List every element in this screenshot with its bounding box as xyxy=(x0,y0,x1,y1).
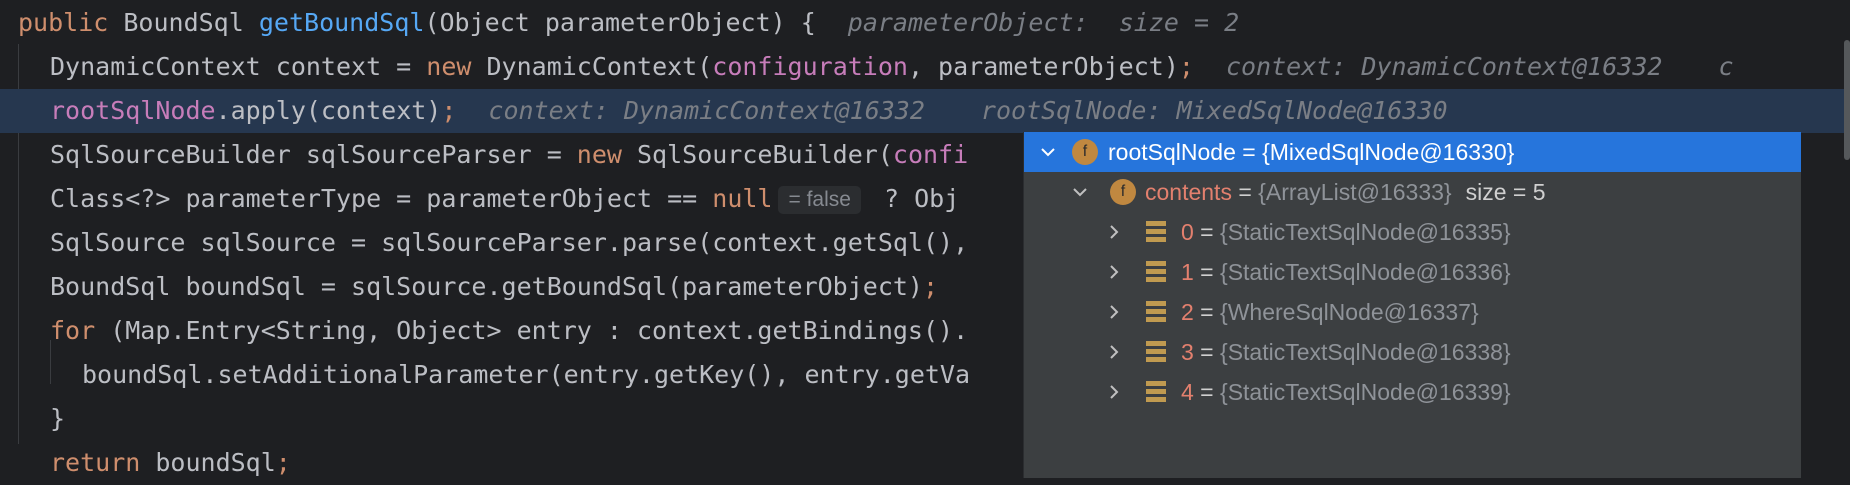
node-value: {ArrayList@16333} xyxy=(1258,179,1452,205)
chevron-down-icon[interactable] xyxy=(1036,132,1060,172)
chevron-right-icon[interactable] xyxy=(1102,372,1126,412)
code-text: DynamicContext( xyxy=(471,52,713,81)
chevron-right-icon[interactable] xyxy=(1102,292,1126,332)
debug-inline-hint: parameterObject: size = 2 xyxy=(847,8,1240,37)
keyword-new: new xyxy=(576,140,622,169)
node-eq: = xyxy=(1231,179,1259,205)
node-eq: = xyxy=(1193,379,1221,405)
node-eq: = xyxy=(1193,339,1221,365)
item-index: 3 xyxy=(1181,339,1194,365)
semicolon: ; xyxy=(275,448,291,477)
code-line-2[interactable]: DynamicContext context = new DynamicCont… xyxy=(0,45,1850,89)
code-text: (Map.Entry<String, Object> entry : conte… xyxy=(95,316,969,345)
node-text: 4 = {StaticTextSqlNode@16339} xyxy=(1181,372,1511,412)
array-element-icon xyxy=(1146,221,1166,243)
code-text: , parameterObject) xyxy=(907,52,1179,81)
node-text: contents = {ArrayList@16333} size = 5 xyxy=(1145,172,1546,212)
field-icon: f xyxy=(1110,179,1136,205)
item-index: 2 xyxy=(1181,299,1194,325)
code-line-3-current[interactable]: rootSqlNode.apply(context); context: Dyna… xyxy=(0,89,1850,133)
chevron-down-icon[interactable] xyxy=(1068,172,1092,212)
node-value: {MixedSqlNode@16330} xyxy=(1262,139,1515,165)
semicolon: ; xyxy=(441,96,457,125)
tree-node-item[interactable]: 1 = {StaticTextSqlNode@16336} xyxy=(1024,252,1801,292)
node-eq: = xyxy=(1193,299,1221,325)
item-index: 1 xyxy=(1181,259,1194,285)
keyword-new: new xyxy=(426,52,472,81)
code-text: DynamicContext context = xyxy=(50,52,427,81)
array-element-icon xyxy=(1146,261,1166,283)
node-value: {WhereSqlNode@16337} xyxy=(1220,299,1479,325)
tree-node-item[interactable]: 0 = {StaticTextSqlNode@16335} xyxy=(1024,212,1801,252)
chevron-right-icon[interactable] xyxy=(1102,332,1126,372)
node-text: 0 = {StaticTextSqlNode@16335} xyxy=(1181,212,1511,252)
node-value: {StaticTextSqlNode@16338} xyxy=(1220,339,1511,365)
code-text: SqlSourceBuilder sqlSourceParser = xyxy=(50,140,577,169)
keyword-for: for xyxy=(50,316,96,345)
debug-inline-hint: rootSqlNode: MixedSqlNode@16330 xyxy=(980,96,1448,125)
semicolon: ; xyxy=(922,272,939,301)
array-element-icon xyxy=(1146,301,1166,323)
tree-node-rootSqlNode[interactable]: f rootSqlNode = {MixedSqlNode@16330} xyxy=(1024,132,1801,172)
code-text: SqlSourceBuilder( xyxy=(621,140,893,169)
debug-inline-hint-overflow: c xyxy=(1718,52,1734,81)
node-name: contents xyxy=(1145,179,1232,205)
chevron-right-icon[interactable] xyxy=(1102,212,1126,252)
node-eq: = xyxy=(1193,259,1221,285)
node-value: {StaticTextSqlNode@16339} xyxy=(1220,379,1511,405)
item-index: 0 xyxy=(1181,219,1194,245)
node-eq: = xyxy=(1193,219,1221,245)
field-icon: f xyxy=(1072,139,1098,165)
tree-node-item[interactable]: 3 = {StaticTextSqlNode@16338} xyxy=(1024,332,1801,372)
closing-brace: } xyxy=(50,404,66,433)
method-params: (Object parameterObject) { xyxy=(424,8,816,37)
field-configuration: configuration xyxy=(712,52,908,81)
item-index: 4 xyxy=(1181,379,1194,405)
node-text: rootSqlNode = {MixedSqlNode@16330} xyxy=(1108,132,1514,172)
code-text: Class<?> parameterType = parameterObject… xyxy=(50,184,713,213)
debugger-value-popup[interactable]: f rootSqlNode = {MixedSqlNode@16330} f c… xyxy=(1023,132,1801,478)
inlay-value-hint: = false xyxy=(778,186,861,214)
node-text: 1 = {StaticTextSqlNode@16336} xyxy=(1181,252,1511,292)
field-configuration-truncated: confi xyxy=(892,140,969,169)
tree-node-contents[interactable]: f contents = {ArrayList@16333} size = 5 xyxy=(1024,172,1801,212)
debug-inline-hint: context: DynamicContext@16332 xyxy=(1225,52,1663,81)
keyword-null: null xyxy=(712,184,773,213)
code-text: boundSql.setAdditionalParameter(entry.ge… xyxy=(82,360,971,389)
field-rootSqlNode: rootSqlNode xyxy=(50,96,216,125)
keyword-return: return xyxy=(50,448,141,477)
node-value: {StaticTextSqlNode@16335} xyxy=(1220,219,1511,245)
scrollbar[interactable] xyxy=(1844,40,1850,160)
tree-node-item[interactable]: 2 = {WhereSqlNode@16337} xyxy=(1024,292,1801,332)
code-text: SqlSource sqlSource = sqlSourceParser.pa… xyxy=(50,228,969,257)
code-text: .apply(context) xyxy=(215,96,442,125)
node-text: 2 = {WhereSqlNode@16337} xyxy=(1181,292,1479,332)
node-size: size = 5 xyxy=(1465,179,1546,205)
type-name: BoundSql xyxy=(123,8,244,37)
chevron-right-icon[interactable] xyxy=(1102,252,1126,292)
array-element-icon xyxy=(1146,381,1166,403)
code-text: ? Obj xyxy=(868,184,960,213)
array-element-icon xyxy=(1146,341,1166,363)
code-text: boundSql xyxy=(140,448,276,477)
node-text: 3 = {StaticTextSqlNode@16338} xyxy=(1181,332,1511,372)
node-name: rootSqlNode xyxy=(1108,139,1236,165)
method-name: getBoundSql xyxy=(258,8,425,37)
debug-inline-hint: context: DynamicContext@16332 xyxy=(488,96,925,125)
node-eq: = xyxy=(1235,139,1263,165)
code-line-1[interactable]: public BoundSql getBoundSql(Object param… xyxy=(0,1,1850,45)
keyword-public: public xyxy=(18,8,109,37)
node-value: {StaticTextSqlNode@16336} xyxy=(1220,259,1511,285)
semicolon: ; xyxy=(1178,52,1194,81)
code-text: BoundSql boundSql = sqlSource.getBoundSq… xyxy=(50,272,923,301)
tree-node-item[interactable]: 4 = {StaticTextSqlNode@16339} xyxy=(1024,372,1801,412)
